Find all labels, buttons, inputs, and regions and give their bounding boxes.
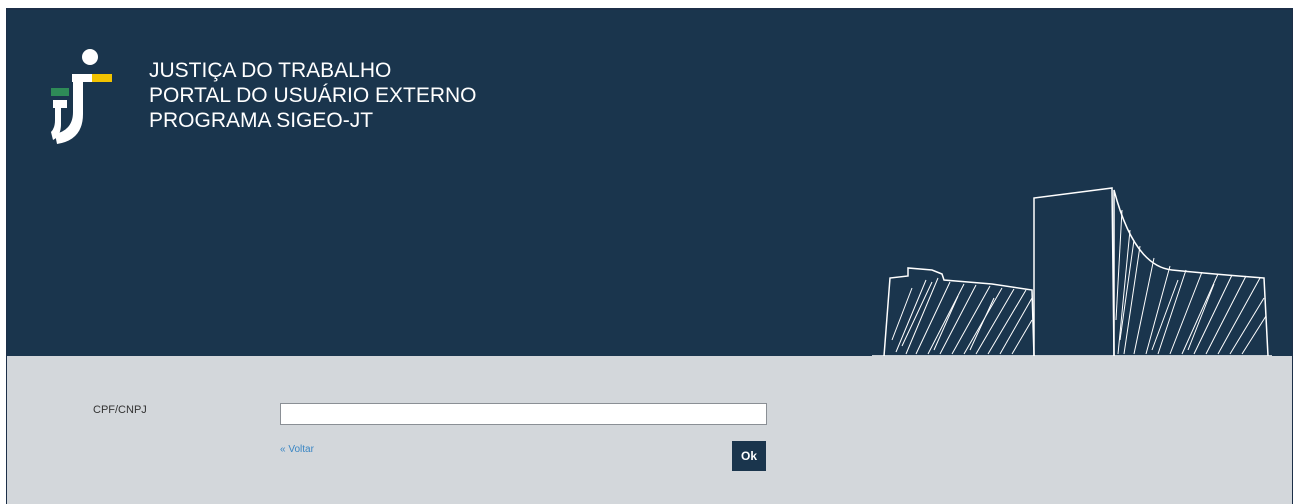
cpf-cnpj-input[interactable] — [280, 403, 767, 425]
header-title-1: JUSTIÇA DO TRABALHO — [149, 59, 392, 82]
header-titles: JUSTIÇA DO TRABALHO PORTAL DO USUÁRIO EX… — [149, 58, 477, 133]
header-title-2: PORTAL DO USUÁRIO EXTERNO — [149, 84, 477, 107]
back-link[interactable]: « Voltar — [280, 444, 314, 455]
header-banner: JUSTIÇA DO TRABALHO PORTAL DO USUÁRIO EX… — [7, 10, 1292, 356]
jt-logo-icon — [51, 49, 112, 144]
ok-button[interactable]: Ok — [732, 441, 766, 471]
login-form: CPF/CNPJ « Voltar Ok — [7, 356, 1292, 504]
tst-building-sketch-icon — [872, 187, 1272, 356]
page-frame: JUSTIÇA DO TRABALHO PORTAL DO USUÁRIO EX… — [6, 8, 1293, 504]
header-title-3: PROGRAMA SIGEO-JT — [149, 109, 374, 132]
cpf-cnpj-label: CPF/CNPJ — [93, 404, 147, 416]
